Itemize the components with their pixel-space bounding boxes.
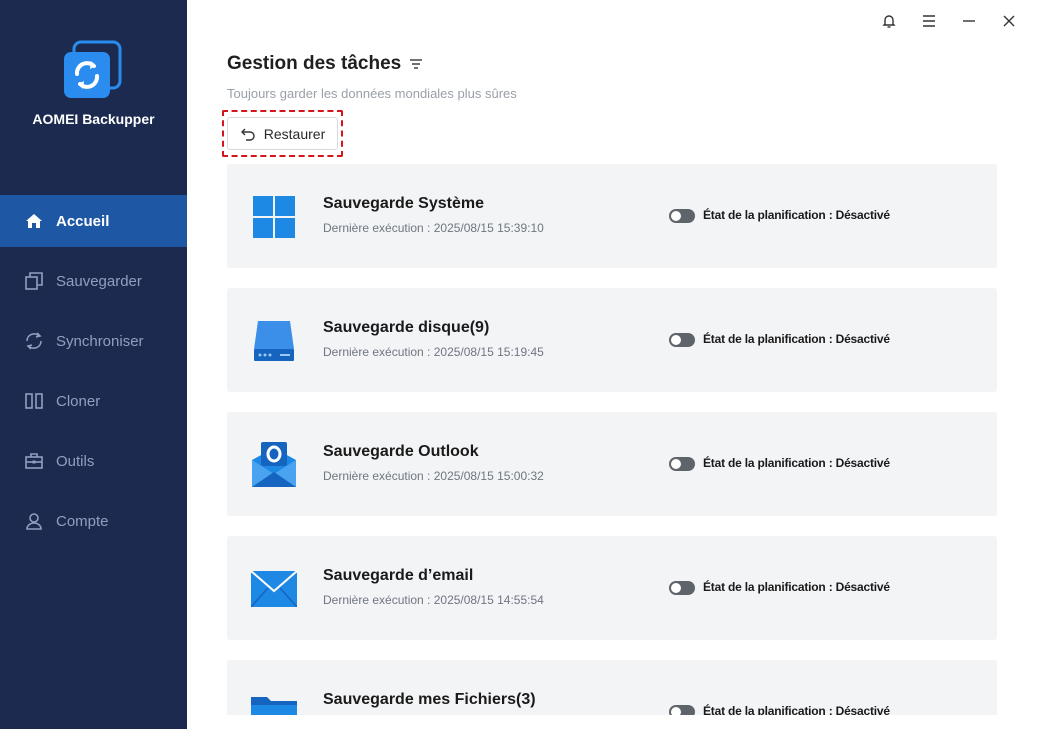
sidebar-item-outils[interactable]: Outils — [0, 435, 187, 487]
task-name: Sauvegarde Système — [323, 195, 484, 212]
page-title: Gestion des tâches — [227, 53, 423, 75]
main-content: Gestion des tâches Toujours garder les d… — [187, 0, 1037, 729]
bell-icon[interactable] — [869, 8, 909, 34]
sidebar: AOMEI Backupper Accueil Sauvegarder Sync… — [0, 0, 187, 729]
sidebar-item-accueil[interactable]: Accueil — [0, 195, 187, 247]
task-card[interactable]: Sauvegarde disque(9) Dernière exécution … — [227, 288, 997, 392]
task-last-run: Dernière exécution : 2025/08/15 15:00:32 — [323, 469, 544, 483]
schedule-status: État de la planification : Désactivé — [703, 332, 890, 346]
outlook-icon — [251, 442, 297, 488]
minimize-icon[interactable] — [949, 8, 989, 34]
filter-icon[interactable] — [409, 58, 423, 70]
schedule-toggle[interactable] — [669, 457, 695, 471]
task-name: Sauvegarde disque(9) — [323, 319, 490, 336]
schedule-status: État de la planification : Désactivé — [703, 456, 890, 470]
clone-icon — [24, 391, 44, 411]
sidebar-item-label: Compte — [56, 512, 109, 530]
window-controls — [869, 8, 1029, 34]
schedule-toggle[interactable] — [669, 333, 695, 347]
task-name: Sauvegarde mes Fichiers(3) — [323, 691, 536, 708]
task-card[interactable]: Sauvegarde d’email Dernière exécution : … — [227, 536, 997, 640]
schedule-status: État de la planification : Désactivé — [703, 208, 890, 222]
sidebar-item-sauvegarder[interactable]: Sauvegarder — [0, 255, 187, 307]
menu-icon[interactable] — [909, 8, 949, 34]
task-last-run: Dernière exécution : 2025/08/15 14:55:54 — [323, 593, 544, 607]
task-card[interactable]: Sauvegarde Outlook Dernière exécution : … — [227, 412, 997, 516]
page-title-text: Gestion des tâches — [227, 53, 402, 74]
task-list: Sauvegarde Système Dernière exécution : … — [227, 164, 997, 715]
sidebar-item-label: Accueil — [56, 212, 110, 230]
task-name: Sauvegarde Outlook — [323, 443, 479, 460]
sidebar-item-synchroniser[interactable]: Synchroniser — [0, 315, 187, 367]
disk-icon — [251, 318, 297, 364]
sidebar-item-label: Synchroniser — [56, 332, 144, 350]
windows-icon — [251, 194, 297, 240]
schedule-toggle[interactable] — [669, 705, 695, 715]
task-name: Sauvegarde d’email — [323, 567, 474, 584]
sidebar-item-label: Sauvegarder — [56, 272, 142, 290]
backup-icon — [24, 271, 44, 291]
account-icon — [24, 511, 44, 531]
tools-icon — [24, 451, 44, 471]
schedule-toggle[interactable] — [669, 209, 695, 223]
task-card[interactable]: Sauvegarde mes Fichiers(3) État de la pl… — [227, 660, 997, 715]
email-icon — [251, 566, 297, 612]
home-icon — [24, 211, 44, 231]
folder-icon — [251, 690, 297, 715]
app-logo-icon — [62, 40, 124, 102]
close-icon[interactable] — [989, 8, 1029, 34]
task-last-run: Dernière exécution : 2025/08/15 15:39:10 — [323, 221, 544, 235]
sidebar-item-label: Outils — [56, 452, 95, 470]
sidebar-item-compte[interactable]: Compte — [0, 495, 187, 547]
sidebar-item-cloner[interactable]: Cloner — [0, 375, 187, 427]
undo-icon — [240, 127, 256, 141]
schedule-status: État de la planification : Désactivé — [703, 580, 890, 594]
schedule-status: État de la planification : Désactivé — [703, 704, 890, 715]
sidebar-nav: Accueil Sauvegarder Synchroniser Cloner … — [0, 195, 187, 555]
restore-label: Restaurer — [263, 125, 326, 142]
task-card[interactable]: Sauvegarde Système Dernière exécution : … — [227, 164, 997, 268]
schedule-toggle[interactable] — [669, 581, 695, 595]
task-last-run: Dernière exécution : 2025/08/15 15:19:45 — [323, 345, 544, 359]
app-name: AOMEI Backupper — [32, 111, 155, 127]
restore-button[interactable]: Restaurer — [227, 117, 338, 150]
sidebar-item-label: Cloner — [56, 392, 101, 410]
page-subtitle: Toujours garder les données mondiales pl… — [227, 86, 517, 101]
sync-icon — [24, 331, 44, 351]
